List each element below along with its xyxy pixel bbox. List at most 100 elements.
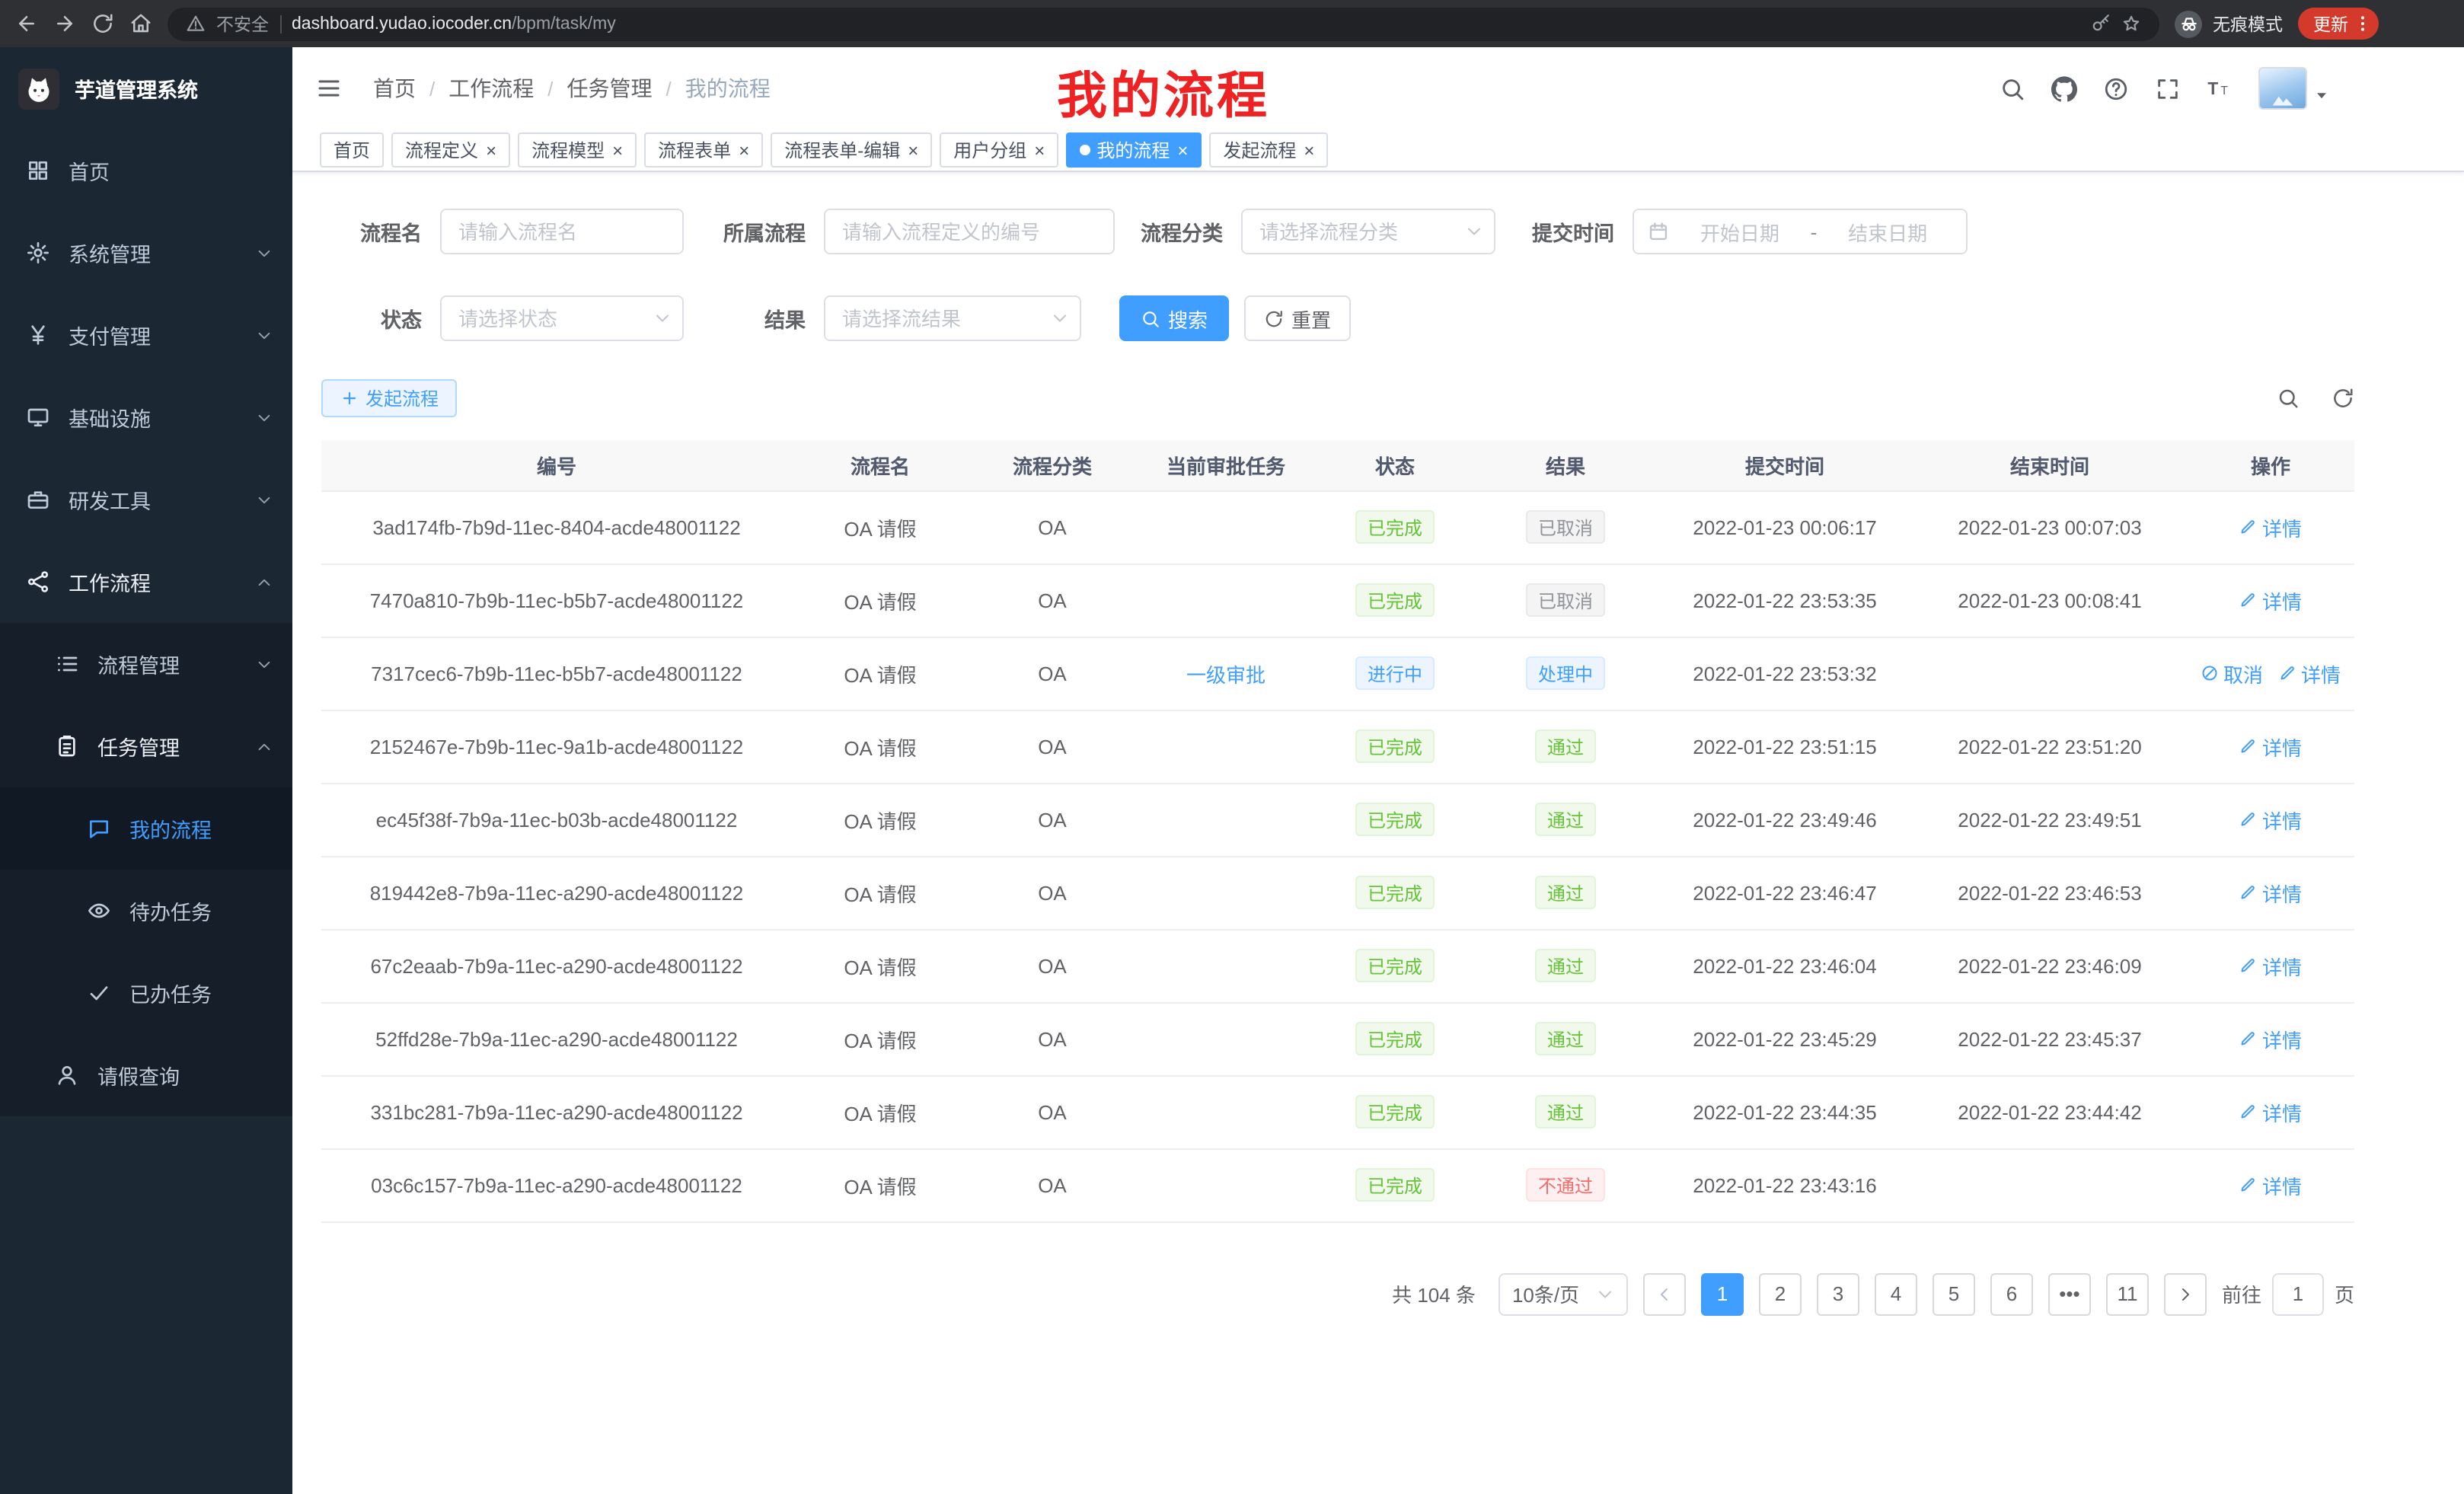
collapse-sidebar-icon[interactable] [315,75,343,102]
header-search-icon[interactable] [2000,75,2025,101]
cell-process-name: OA 请假 [792,856,969,929]
app-logo-row[interactable]: 芋道管理系统 [0,47,292,129]
category-select-input[interactable] [1241,209,1495,254]
password-key-icon[interactable] [2091,14,2111,34]
browser-update-button[interactable]: 更新 [2298,8,2379,40]
cell-submit-time: 2022-01-22 23:46:04 [1657,929,1913,1002]
cancel-action-link[interactable]: 取消 [2201,659,2263,688]
breadcrumb-item[interactable]: 工作流程 [448,73,534,104]
tab-5[interactable]: 用户分组× [940,132,1058,168]
github-icon[interactable] [2051,75,2077,101]
browser-home-icon[interactable] [129,12,152,35]
tab-3[interactable]: 流程表单 × [644,132,763,168]
next-page-button[interactable] [2164,1272,2207,1315]
detail-action-link[interactable]: 详情 [2239,951,2302,980]
goto-page-input[interactable] [2272,1272,2324,1315]
close-tab-icon[interactable]: × [486,141,496,159]
detail-action-link[interactable]: 详情 [2239,586,2302,615]
process-definition-input[interactable] [824,209,1115,254]
page-more-button[interactable]: ••• [2048,1272,2091,1315]
fullscreen-icon[interactable] [2155,75,2181,101]
bookmark-star-icon[interactable] [2121,14,2141,34]
breadcrumb-separator: / [429,77,435,100]
result-select-input[interactable] [824,295,1081,341]
sidebar-item-my-process[interactable]: 我的流程 [0,787,292,870]
detail-action-link[interactable]: 详情 [2239,1170,2302,1199]
page-button-3[interactable]: 3 [1817,1272,1859,1315]
page-button-6[interactable]: 6 [1990,1272,2033,1315]
sidebar-item-todo-task[interactable]: 待办任务 [0,870,292,952]
reset-button[interactable]: 重置 [1244,295,1351,341]
security-label[interactable]: 不安全 [216,11,269,36]
security-warning-icon[interactable] [186,14,206,34]
submit-time-range-picker[interactable]: 开始日期 - 结束日期 [1633,209,1968,254]
sidebar-item-task-mgmt[interactable]: 任务管理 [0,705,292,787]
tab-0[interactable]: 首页 [320,132,384,168]
refresh-table-icon[interactable] [2332,387,2354,410]
font-size-icon[interactable]: TT [2207,75,2233,101]
detail-action-link[interactable]: 详情 [2239,805,2302,834]
page-button-2[interactable]: 2 [1759,1272,1802,1315]
end-date-placeholder[interactable]: 结束日期 [1823,217,1952,246]
sidebar-item-workflow[interactable]: 工作流程 [0,541,292,623]
help-icon[interactable] [2103,75,2129,101]
sidebar-item-process-mgmt[interactable]: 流程管理 [0,623,292,705]
tab-label: 流程表单 [658,137,731,163]
sidebar-item-done-task[interactable]: 已办任务 [0,952,292,1034]
address-bar[interactable]: 不安全 dashboard.yudao.iocoder.cn/bpm/task/… [168,7,2159,40]
svg-text:T: T [2220,84,2228,97]
page-size-select[interactable]: 10条/页 [1499,1272,1628,1315]
current-task-link[interactable]: 一级审批 [1186,663,1266,686]
browser-back-icon[interactable] [15,12,38,35]
process-name-input[interactable] [440,209,684,254]
close-tab-icon[interactable]: × [739,141,749,159]
category-select[interactable] [1241,209,1495,254]
sidebar-item-devtools[interactable]: 研发工具 [0,458,292,541]
toggle-search-icon[interactable] [2277,387,2300,410]
close-tab-icon[interactable]: × [1034,141,1045,159]
detail-action-link[interactable]: 详情 [2239,878,2302,907]
detail-action-link[interactable]: 详情 [2239,1024,2302,1053]
sidebar-item-leave-query[interactable]: 请假查询 [0,1034,292,1116]
close-tab-icon[interactable]: × [1304,141,1314,159]
cell-actions: 详情 [2187,1002,2354,1075]
sidebar-item-system[interactable]: 系统管理 [0,212,292,294]
tab-1[interactable]: 流程定义× [391,132,510,168]
browser-forward-icon[interactable] [53,12,76,35]
tab-4[interactable]: 流程表单-编辑× [771,132,932,168]
breadcrumb-item[interactable]: 任务管理 [567,73,653,104]
sidebar-item-home[interactable]: 首页 [0,129,292,212]
page-button-11[interactable]: 11 [2106,1272,2149,1315]
prev-page-button[interactable] [1643,1272,1686,1315]
tab-2[interactable]: 流程模型× [518,132,637,168]
create-process-button[interactable]: 发起流程 [321,379,457,417]
detail-action-link[interactable]: 详情 [2239,732,2302,761]
page-button-5[interactable]: 5 [1933,1272,1975,1315]
cell-submit-time: 2022-01-22 23:53:32 [1657,637,1913,710]
detail-action-link[interactable]: 详情 [2239,512,2302,541]
sidebar-item-payment[interactable]: 支付管理 [0,294,292,376]
browser-menu-icon[interactable] [2353,14,2373,34]
page-button-4[interactable]: 4 [1875,1272,1917,1315]
table-tools [2277,387,2354,410]
search-button[interactable]: 搜索 [1119,295,1229,341]
tab-6[interactable]: 我的流程× [1066,132,1202,168]
detail-action-link[interactable]: 详情 [2239,1097,2302,1126]
close-tab-icon[interactable]: × [1177,141,1188,159]
avatar[interactable] [2258,67,2307,110]
close-tab-icon[interactable]: × [612,141,623,159]
url-text[interactable]: dashboard.yudao.iocoder.cn/bpm/task/my [292,14,616,33]
status-select[interactable] [440,295,684,341]
start-date-placeholder[interactable]: 开始日期 [1675,217,1805,246]
browser-reload-icon[interactable] [91,12,114,35]
page-button-1[interactable]: 1 [1701,1272,1744,1315]
caret-down-icon [2313,86,2330,103]
tab-7[interactable]: 发起流程× [1209,132,1328,168]
close-tab-icon[interactable]: × [908,141,918,159]
detail-action-link[interactable]: 详情 [2278,659,2341,688]
user-menu[interactable] [2258,67,2330,110]
sidebar-item-infrastructure[interactable]: 基础设施 [0,376,292,458]
breadcrumb-item[interactable]: 首页 [373,73,416,104]
status-select-input[interactable] [440,295,684,341]
result-select[interactable] [824,295,1081,341]
